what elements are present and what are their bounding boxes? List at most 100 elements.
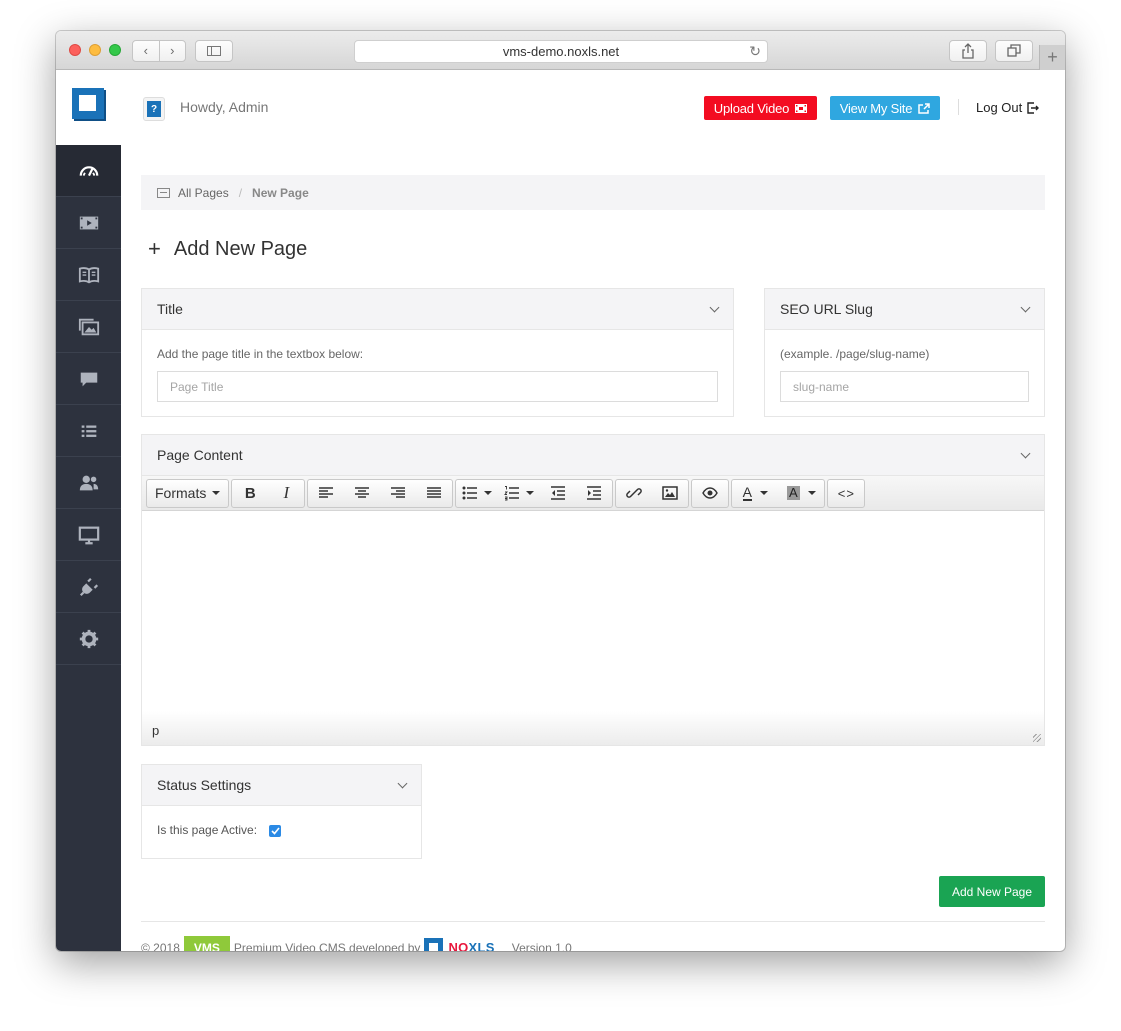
user-avatar[interactable]: ?	[143, 97, 165, 121]
logo-area[interactable]	[56, 70, 121, 145]
sidebar-item-videos[interactable]	[56, 197, 121, 249]
plus-icon: +	[148, 236, 161, 261]
forward-button[interactable]: ›	[160, 41, 186, 61]
noxls-brand[interactable]: NOXLS	[448, 940, 494, 951]
page-active-checkbox[interactable]	[269, 825, 281, 837]
align-left-button[interactable]	[308, 480, 344, 507]
back-button[interactable]: ‹	[133, 41, 160, 61]
bullet-list-button[interactable]	[456, 480, 498, 507]
outdent-icon	[551, 486, 566, 500]
preview-button[interactable]	[692, 480, 728, 507]
close-window-button[interactable]	[69, 44, 81, 56]
text-color-button[interactable]: A	[732, 480, 778, 507]
align-right-icon	[391, 487, 406, 498]
caret-down-icon	[807, 491, 816, 495]
formats-dropdown[interactable]: Formats	[147, 480, 228, 507]
sidebar-item-lists[interactable]	[56, 405, 121, 457]
upload-video-button[interactable]: Upload Video	[704, 96, 817, 120]
outdent-button[interactable]	[540, 480, 576, 507]
share-button[interactable]	[949, 40, 987, 62]
seo-slug-panel-header[interactable]: SEO URL Slug	[765, 289, 1044, 330]
logout-label: Log Out	[976, 100, 1023, 115]
background-color-icon: A	[787, 485, 800, 500]
caret-down-icon	[526, 491, 535, 495]
vms-badge: VMS	[183, 936, 230, 951]
formats-label: Formats	[155, 485, 207, 501]
indent-button[interactable]	[576, 480, 612, 507]
vms-logo	[72, 88, 104, 119]
resize-handle-icon[interactable]	[1033, 734, 1041, 742]
noxls-brand-suffix: XLS	[468, 940, 495, 951]
browser-window: ‹ › vms-demo.noxls.net ↻ + ? Howdy, Admi…	[56, 31, 1065, 951]
sidebar-item-plugins[interactable]	[56, 561, 121, 613]
sidebar-item-pages[interactable]	[56, 249, 121, 301]
sidebar-toggle-button[interactable]	[195, 40, 233, 62]
bold-button[interactable]: B	[232, 480, 268, 507]
tabs-icon	[1007, 44, 1021, 57]
element-path[interactable]: p	[152, 723, 159, 738]
sidebar-item-gallery[interactable]	[56, 301, 121, 353]
insert-image-button[interactable]	[652, 480, 688, 507]
page-title-input[interactable]	[157, 371, 718, 402]
breadcrumb-all-pages[interactable]: All Pages	[178, 186, 229, 200]
sidebar-item-dashboard[interactable]	[56, 145, 121, 197]
chevron-down-icon[interactable]	[1020, 448, 1031, 458]
chevron-down-icon[interactable]	[397, 778, 408, 788]
breadcrumb-current: New Page	[252, 185, 309, 200]
gallery-images-icon	[78, 318, 99, 335]
source-code-button[interactable]: <>	[828, 480, 864, 507]
version-text: Version 1.0	[511, 940, 572, 952]
editor-body[interactable]	[142, 511, 1044, 711]
minimize-window-button[interactable]	[89, 44, 101, 56]
bullet-list-icon	[462, 486, 478, 500]
align-right-button[interactable]	[380, 480, 416, 507]
page-content-panel: Page Content Formats B I A A <> p	[141, 434, 1045, 746]
main-content: ? Howdy, Admin Upload Video View My Site…	[121, 70, 1065, 951]
view-my-site-label: View My Site	[839, 100, 913, 116]
sidebar-item-settings[interactable]	[56, 613, 121, 665]
add-new-page-button[interactable]: Add New Page	[939, 876, 1045, 907]
page-title-text: Add New Page	[173, 237, 308, 260]
text-style-group: B I	[231, 478, 306, 508]
sidebar-item-comments[interactable]	[56, 353, 121, 405]
sidebar-item-display[interactable]	[56, 509, 121, 561]
list-icon	[81, 425, 96, 437]
align-center-icon	[355, 487, 370, 498]
link-icon	[626, 488, 643, 498]
numbered-list-button[interactable]	[498, 480, 540, 507]
insert-group	[615, 478, 690, 508]
logout-icon	[1027, 101, 1040, 114]
logout-link[interactable]: Log Out	[976, 100, 1040, 115]
background-color-button[interactable]: A	[778, 480, 824, 507]
sidebar-item-users[interactable]	[56, 457, 121, 509]
view-my-site-button[interactable]: View My Site	[830, 96, 940, 120]
film-icon	[795, 103, 808, 113]
title-panel: Title Add the page title in the textbox …	[141, 288, 734, 417]
reload-icon[interactable]: ↻	[749, 43, 761, 60]
url-text: vms-demo.noxls.net	[502, 44, 620, 59]
zoom-window-button[interactable]	[109, 44, 121, 56]
align-justify-button[interactable]	[416, 480, 452, 507]
pages-book-icon	[78, 266, 99, 283]
dashboard-gauge-icon	[79, 165, 98, 176]
italic-button[interactable]: I	[268, 480, 304, 507]
slug-input[interactable]	[780, 371, 1029, 402]
chevron-down-icon[interactable]	[709, 302, 720, 312]
title-help-text: Add the page title in the textbox below:	[157, 347, 364, 361]
numbered-list-icon	[504, 486, 520, 501]
status-settings-heading: Status Settings	[157, 777, 252, 793]
address-bar[interactable]: vms-demo.noxls.net ↻	[354, 40, 768, 63]
show-tabs-button[interactable]	[995, 40, 1033, 62]
title-panel-heading: Title	[157, 301, 183, 317]
chevron-down-icon[interactable]	[1020, 302, 1031, 312]
status-settings-header[interactable]: Status Settings	[142, 765, 421, 806]
new-tab-button[interactable]: +	[1039, 45, 1065, 70]
pages-icon	[157, 187, 170, 198]
insert-link-button[interactable]	[616, 480, 652, 507]
page-content-panel-header[interactable]: Page Content	[142, 435, 1044, 476]
editor-statusbar: p	[142, 711, 1044, 745]
align-center-button[interactable]	[344, 480, 380, 507]
title-panel-header[interactable]: Title	[142, 289, 733, 330]
alignment-group	[307, 478, 454, 508]
eye-icon	[702, 487, 719, 499]
